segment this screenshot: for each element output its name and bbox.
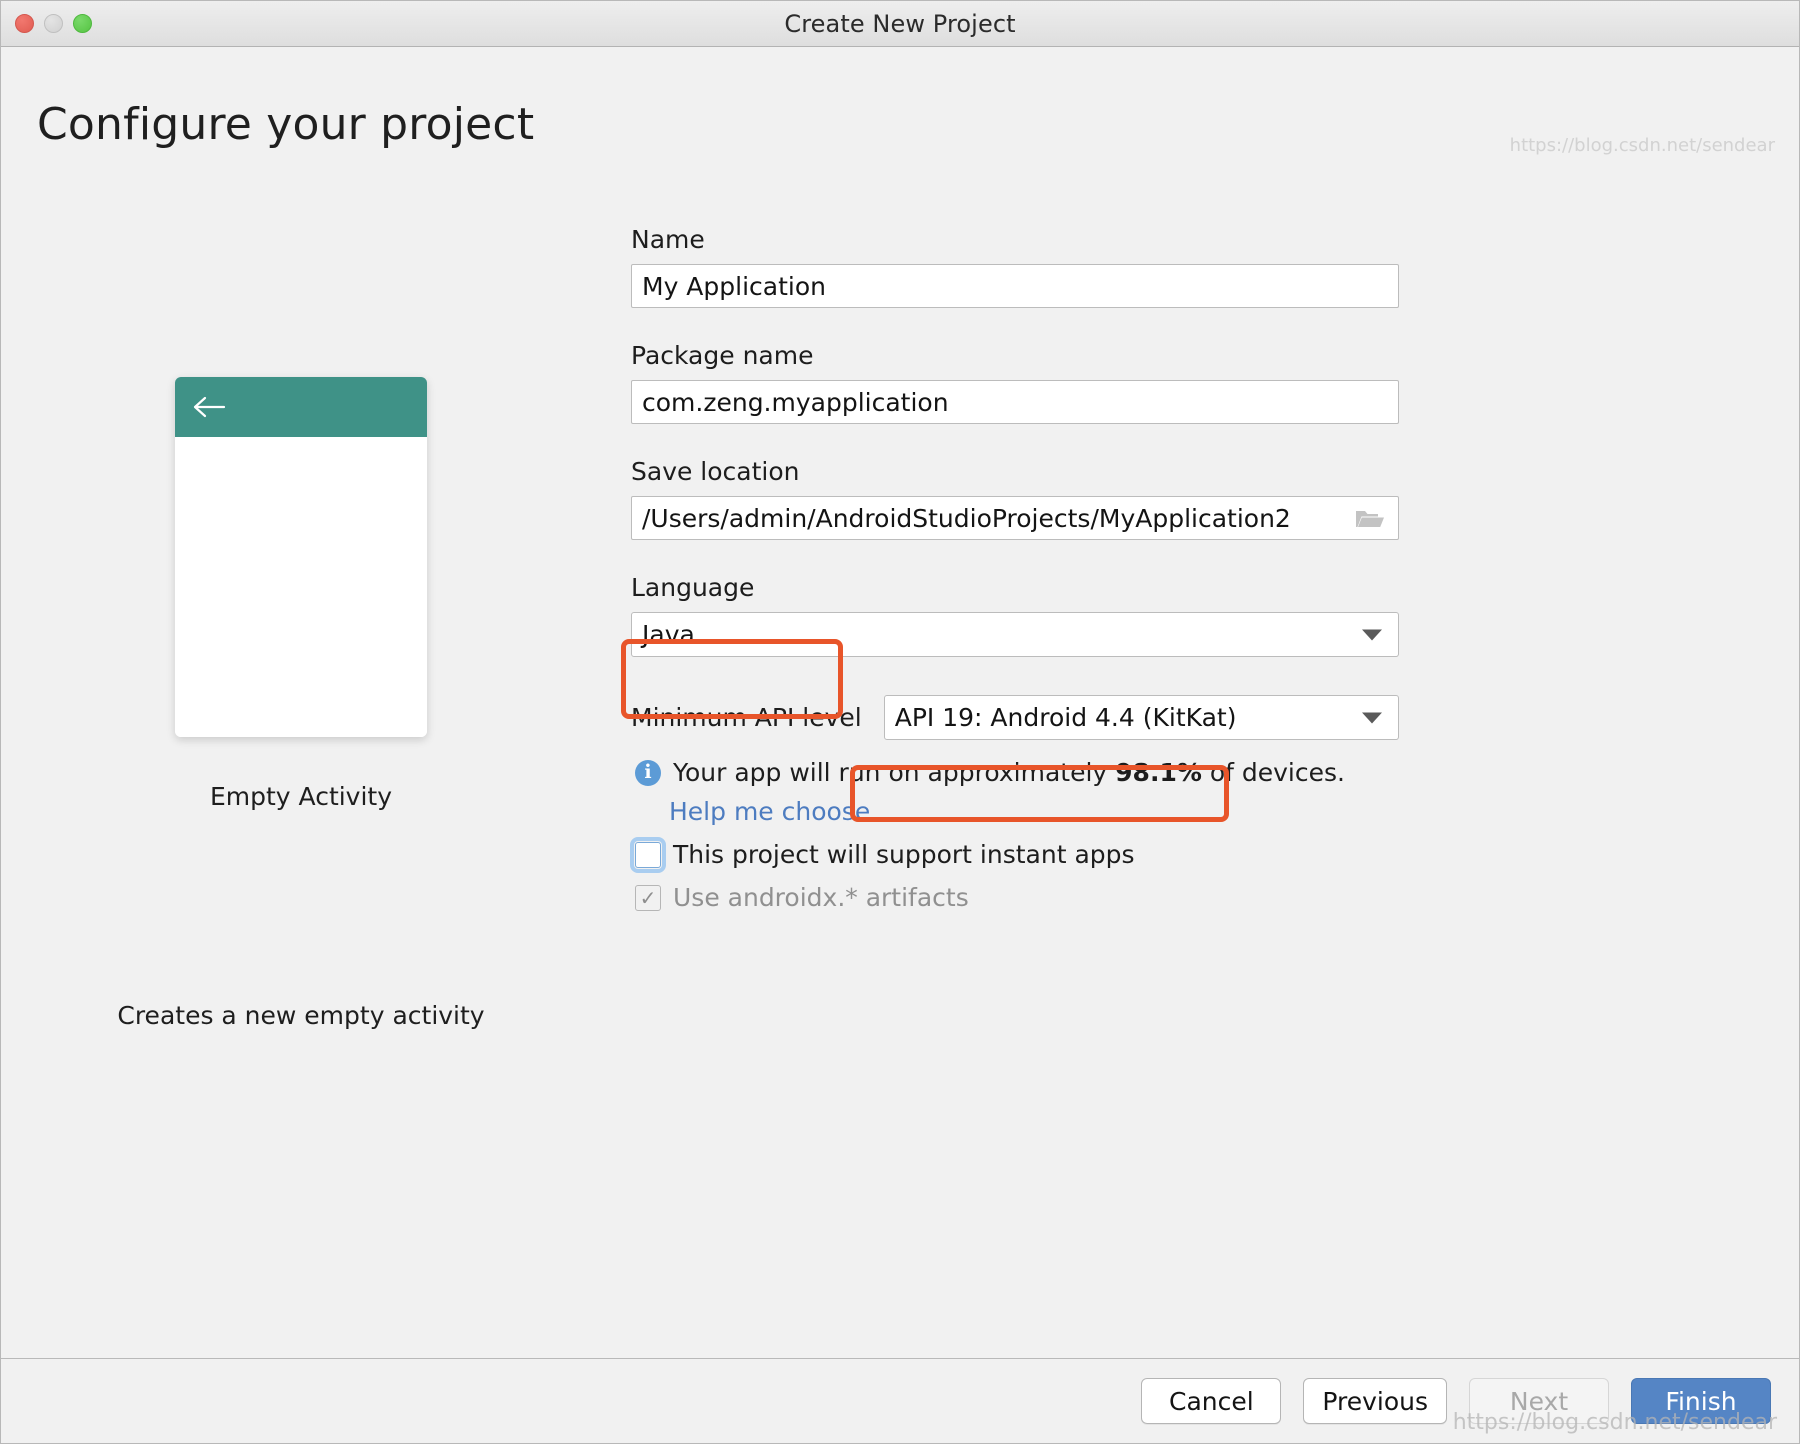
coverage-suffix: of devices.	[1202, 758, 1345, 787]
coverage-percent: 98.1%	[1115, 758, 1202, 787]
dialog-body: Configure your project https://blog.csdn…	[1, 47, 1799, 1358]
window-controls	[15, 1, 92, 46]
preview-appbar	[175, 377, 427, 437]
name-field-group: Name My Application	[631, 225, 1399, 308]
chevron-down-icon	[1362, 712, 1382, 723]
language-dropdown[interactable]: Java	[631, 612, 1399, 657]
activity-template-description: Creates a new empty activity	[1, 1001, 601, 1030]
androidx-label: Use androidx.* artifacts	[673, 883, 969, 912]
language-field-group: Language Java	[631, 573, 1399, 657]
activity-template-name: Empty Activity	[1, 782, 601, 811]
activity-preview-panel: Empty Activity Creates a new empty activ…	[1, 377, 601, 1030]
project-configuration-form: Name My Application Package name com.zen…	[631, 225, 1399, 912]
maximize-window-button[interactable]	[73, 14, 92, 33]
save-location-input-wrapper: /Users/admin/AndroidStudioProjects/MyApp…	[631, 496, 1399, 540]
save-location-label: Save location	[631, 457, 1399, 486]
activity-preview-card[interactable]	[175, 377, 427, 737]
window-titlebar: Create New Project	[1, 1, 1799, 47]
finish-button[interactable]: Finish	[1631, 1378, 1771, 1424]
dialog-footer: Cancel Previous Next Finish https://blog…	[1, 1358, 1799, 1443]
next-button: Next	[1469, 1378, 1609, 1424]
watermark-top: https://blog.csdn.net/sendear	[1510, 135, 1775, 156]
arrow-left-icon	[193, 395, 227, 419]
create-new-project-window: Create New Project Configure your projec…	[0, 0, 1800, 1444]
min-api-field-group: Minimum API level API 19: Android 4.4 (K…	[631, 695, 1399, 740]
min-api-dropdown-wrapper: API 19: Android 4.4 (KitKat)	[884, 695, 1399, 740]
instant-apps-checkbox[interactable]	[635, 842, 661, 868]
save-location-field-group: Save location /Users/admin/AndroidStudio…	[631, 457, 1399, 540]
device-coverage-text: Your app will run on approximately 98.1%…	[673, 758, 1345, 787]
instant-apps-label: This project will support instant apps	[673, 840, 1135, 869]
min-api-selected-value: API 19: Android 4.4 (KitKat)	[895, 703, 1237, 732]
window-title: Create New Project	[1, 10, 1799, 38]
minimize-window-button[interactable]	[44, 14, 63, 33]
name-input[interactable]: My Application	[631, 264, 1399, 308]
preview-content-area	[175, 437, 427, 737]
info-icon: i	[635, 760, 661, 786]
language-label: Language	[631, 573, 1399, 602]
package-name-input[interactable]: com.zeng.myapplication	[631, 380, 1399, 424]
close-window-button[interactable]	[15, 14, 34, 33]
save-location-input[interactable]: /Users/admin/AndroidStudioProjects/MyApp…	[631, 496, 1399, 540]
name-label: Name	[631, 225, 1399, 254]
instant-apps-row[interactable]: This project will support instant apps	[635, 840, 1399, 869]
androidx-checkbox: ✓	[635, 885, 661, 911]
min-api-label: Minimum API level	[631, 703, 862, 732]
device-coverage-info: i Your app will run on approximately 98.…	[635, 758, 1399, 787]
language-selected-value: Java	[642, 620, 695, 649]
previous-button[interactable]: Previous	[1303, 1378, 1447, 1424]
androidx-row: ✓ Use androidx.* artifacts	[635, 883, 1399, 912]
cancel-button[interactable]: Cancel	[1141, 1378, 1281, 1424]
coverage-prefix: Your app will run on approximately	[673, 758, 1115, 787]
help-me-choose-link[interactable]: Help me choose	[669, 797, 1399, 826]
package-name-field-group: Package name com.zeng.myapplication	[631, 341, 1399, 424]
min-api-dropdown[interactable]: API 19: Android 4.4 (KitKat)	[884, 695, 1399, 740]
package-name-label: Package name	[631, 341, 1399, 370]
page-title: Configure your project	[37, 99, 534, 150]
chevron-down-icon	[1362, 629, 1382, 640]
